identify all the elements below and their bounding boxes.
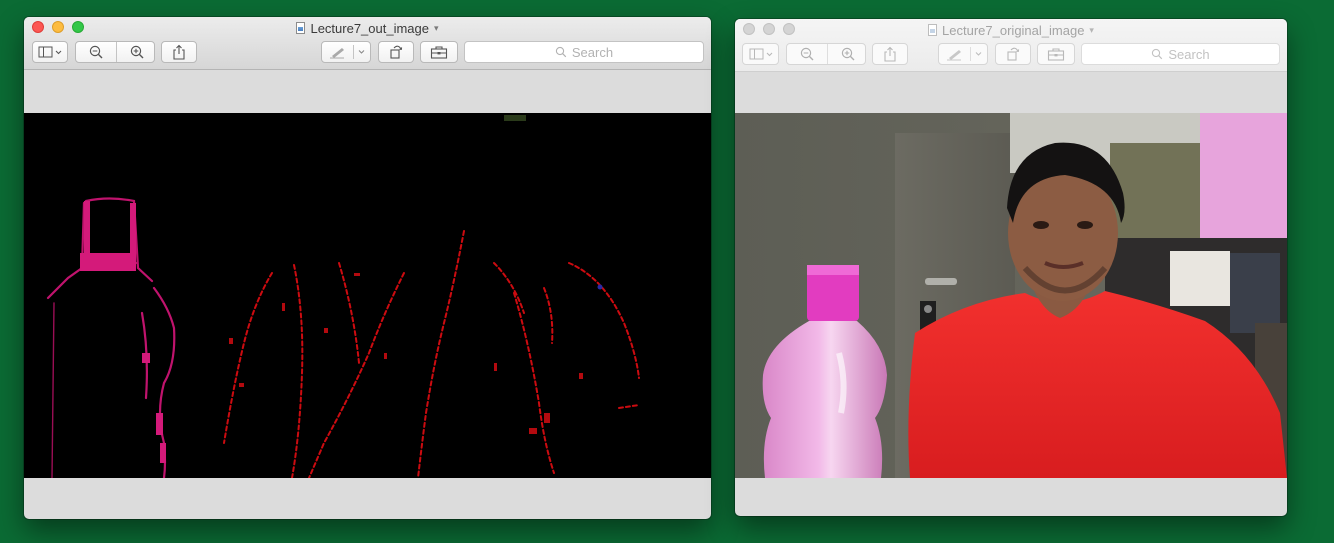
sidebar-menu-button[interactable] [32, 41, 68, 63]
preview-window-out-image[interactable]: Lecture7_out_image ▾ Search [24, 17, 711, 519]
share-icon [884, 46, 896, 62]
zoom-out-icon [800, 47, 814, 61]
zoom-out-icon [89, 45, 103, 59]
window-title-text: Lecture7_out_image [310, 20, 429, 36]
search-placeholder: Search [1168, 46, 1210, 62]
chevron-down-icon: ▾ [1089, 24, 1094, 35]
zoom-in-button[interactable] [117, 42, 156, 62]
share-button[interactable] [872, 43, 908, 65]
search-placeholder: Search [571, 44, 614, 60]
zoom-in-icon [841, 47, 854, 61]
zoom-in-icon [130, 45, 143, 59]
threshold-output-image [24, 113, 711, 478]
toolbox-button[interactable] [420, 41, 458, 63]
preview-window-original-image[interactable]: Lecture7_original_image ▾ Search [735, 19, 1287, 516]
rotate-icon [390, 45, 403, 59]
toolbox-icon [430, 46, 448, 59]
zoom-segment [786, 43, 866, 65]
markup-menu-button[interactable] [321, 41, 371, 63]
zoom-in-button[interactable] [828, 44, 867, 64]
document-icon [928, 24, 938, 36]
pen-icon [947, 47, 982, 61]
sidebar-toggle-icon [38, 46, 62, 58]
search-input[interactable]: Search [464, 41, 704, 63]
search-input[interactable]: Search [1081, 43, 1280, 65]
share-button[interactable] [161, 41, 197, 63]
zoom-segment [75, 41, 155, 63]
window-title[interactable]: Lecture7_original_image ▾ [735, 22, 1287, 38]
zoom-out-button[interactable] [787, 44, 827, 64]
search-icon [555, 46, 567, 58]
titlebar[interactable]: Lecture7_original_image ▾ Search [735, 19, 1287, 72]
sidebar-menu-button[interactable] [742, 43, 779, 65]
markup-menu-button[interactable] [938, 43, 988, 65]
sidebar-toggle-icon [749, 48, 772, 60]
document-icon [296, 22, 306, 34]
desktop: Lecture7_out_image ▾ Search Lecture7_ori… [0, 0, 1334, 543]
rotate-icon [1007, 47, 1020, 61]
window-title[interactable]: Lecture7_out_image ▾ [24, 20, 711, 36]
toolbox-button[interactable] [1037, 43, 1075, 65]
chevron-down-icon: ▾ [434, 22, 439, 33]
zoom-out-button[interactable] [76, 42, 116, 62]
webcam-photo [735, 113, 1287, 478]
original-image-canvas [735, 113, 1287, 478]
pen-icon [330, 45, 365, 59]
toolbox-icon [1047, 48, 1065, 61]
share-icon [173, 44, 185, 60]
search-icon [1152, 48, 1163, 60]
window-title-text: Lecture7_original_image [942, 22, 1085, 38]
out-image-canvas [24, 113, 711, 478]
rotate-button[interactable] [378, 41, 414, 63]
titlebar[interactable]: Lecture7_out_image ▾ Search [24, 17, 711, 70]
rotate-button[interactable] [995, 43, 1031, 65]
